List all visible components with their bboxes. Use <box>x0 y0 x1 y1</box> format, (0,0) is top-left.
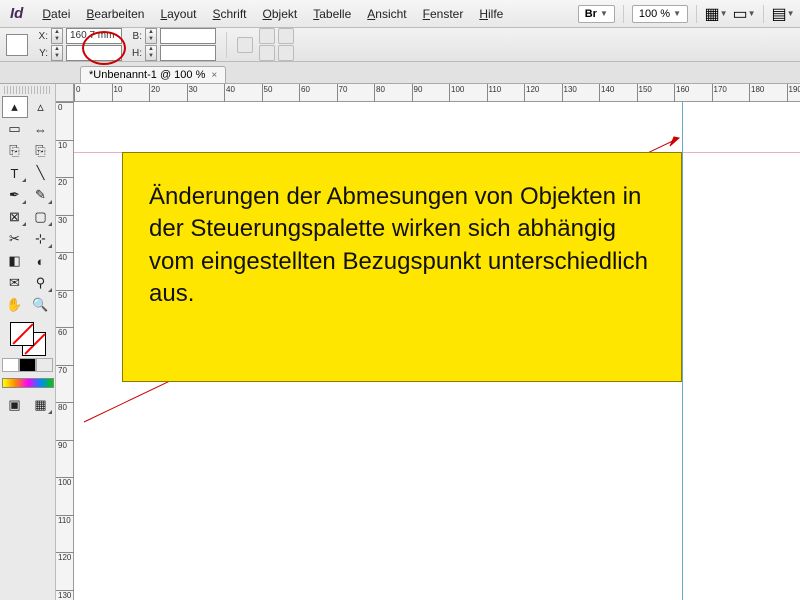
gradient-swatch-tool[interactable]: ◧ <box>2 250 28 272</box>
gradient-feather-tool[interactable]: ◐ <box>28 250 54 272</box>
screen-mode-icon[interactable]: ▭▼ <box>733 4 755 24</box>
zoom-level[interactable]: 100 %▼ <box>632 5 688 23</box>
h-stepper[interactable]: ▲▼ <box>145 45 157 61</box>
content-collector-tool[interactable]: ⎘ <box>2 140 28 162</box>
selection-tool[interactable]: ▴ <box>2 96 28 118</box>
y-field[interactable] <box>66 45 122 61</box>
free-transform-tool[interactable]: ⊹ <box>28 228 54 250</box>
arrange-documents-icon[interactable]: ▤▼ <box>772 4 794 24</box>
vertical-ruler[interactable]: 0102030405060708090100110120130 <box>56 102 74 600</box>
zoom-tool[interactable]: 🔍 <box>28 294 54 316</box>
fill-swatch[interactable] <box>10 322 34 346</box>
apply-text-icon[interactable] <box>19 358 36 372</box>
normal-view-icon[interactable]: ▣ <box>2 394 28 416</box>
page-tool[interactable]: ▭ <box>2 118 28 140</box>
apply-none-icon[interactable] <box>36 358 53 372</box>
app-logo: Id <box>6 5 33 22</box>
x-label: X: <box>34 31 48 42</box>
b-stepper[interactable]: ▲▼ <box>145 28 157 44</box>
b-field[interactable] <box>160 28 216 44</box>
scale-x-icon[interactable] <box>259 28 275 44</box>
menu-bar: Id Datei Bearbeiten Layout Schrift Objek… <box>0 0 800 28</box>
y-label: Y: <box>34 48 48 59</box>
body-text: Änderungen der Abmesungen von Objekten i… <box>149 181 655 311</box>
scale-y-icon[interactable] <box>259 45 275 61</box>
toolbox-grip[interactable] <box>4 86 52 94</box>
menu-ansicht[interactable]: Ansicht <box>360 4 413 24</box>
menu-datei[interactable]: Datei <box>35 4 77 24</box>
rectangle-frame-tool[interactable]: ⊠ <box>2 206 28 228</box>
y-stepper[interactable]: ▲▼ <box>51 45 63 61</box>
workspace: ▴▵ ▭⇔ ⎘⎘ T╲ ✒✎ ⊠▢ ✂⊹ ◧◐ ✉⚲ ✋🔍 ▣ ▦ 010203… <box>0 84 800 600</box>
eyedropper-tool[interactable]: ⚲ <box>28 272 54 294</box>
menu-layout[interactable]: Layout <box>153 4 203 24</box>
x-field[interactable]: 160,7 mm <box>66 28 122 44</box>
note-tool[interactable]: ✉ <box>2 272 28 294</box>
view-options-icon[interactable]: ▦▼ <box>705 4 727 24</box>
horizontal-ruler[interactable]: 0102030405060708090100110120130140150160… <box>74 84 800 102</box>
line-tool[interactable]: ╲ <box>28 162 54 184</box>
menu-tabelle[interactable]: Tabelle <box>306 4 358 24</box>
reference-point[interactable] <box>6 34 28 56</box>
text-frame[interactable]: Änderungen der Abmesungen von Objekten i… <box>122 152 682 382</box>
preview-view-icon[interactable]: ▦ <box>28 394 54 416</box>
scissors-tool[interactable]: ✂ <box>2 228 28 250</box>
menu-bearbeiten[interactable]: Bearbeiten <box>79 4 151 24</box>
ruler-origin[interactable] <box>56 84 74 102</box>
content-placer-tool[interactable]: ⎘ <box>28 140 54 162</box>
page[interactable]: Änderungen der Abmesungen von Objekten i… <box>74 102 800 600</box>
guide-vertical[interactable] <box>682 102 683 600</box>
color-theme-bar[interactable] <box>2 378 54 388</box>
tab-close-icon[interactable]: × <box>211 70 217 81</box>
menu-hilfe[interactable]: Hilfe <box>472 4 510 24</box>
shear-icon[interactable] <box>278 45 294 61</box>
bridge-button[interactable]: Br▼ <box>578 5 615 23</box>
pen-tool[interactable]: ✒ <box>2 184 28 206</box>
apply-container-icon[interactable] <box>2 358 19 372</box>
constrain-icon[interactable] <box>237 37 253 53</box>
hand-tool[interactable]: ✋ <box>2 294 28 316</box>
fill-stroke-swatches[interactable] <box>8 322 48 356</box>
b-label: B: <box>128 31 142 42</box>
control-panel: X: ▲▼ 160,7 mm Y: ▲▼ B: ▲▼ H: ▲▼ <box>0 28 800 62</box>
color-apply-modes <box>2 358 53 372</box>
h-label: H: <box>128 48 142 59</box>
menu-fenster[interactable]: Fenster <box>416 4 471 24</box>
tab-title: *Unbenannt-1 @ 100 % <box>89 69 205 81</box>
rotate-icon[interactable] <box>278 28 294 44</box>
gap-tool[interactable]: ⇔ <box>28 118 54 140</box>
pencil-tool[interactable]: ✎ <box>28 184 54 206</box>
document-tabs: *Unbenannt-1 @ 100 % × <box>0 62 800 84</box>
menu-schrift[interactable]: Schrift <box>205 4 253 24</box>
rectangle-tool[interactable]: ▢ <box>28 206 54 228</box>
document-tab[interactable]: *Unbenannt-1 @ 100 % × <box>80 66 226 83</box>
direct-selection-tool[interactable]: ▵ <box>28 96 54 118</box>
canvas[interactable]: 0102030405060708090100110120130140150160… <box>56 84 800 600</box>
type-tool[interactable]: T <box>2 162 28 184</box>
toolbox: ▴▵ ▭⇔ ⎘⎘ T╲ ✒✎ ⊠▢ ✂⊹ ◧◐ ✉⚲ ✋🔍 ▣ ▦ <box>0 84 56 600</box>
menu-objekt[interactable]: Objekt <box>256 4 305 24</box>
x-stepper[interactable]: ▲▼ <box>51 28 63 44</box>
h-field[interactable] <box>160 45 216 61</box>
